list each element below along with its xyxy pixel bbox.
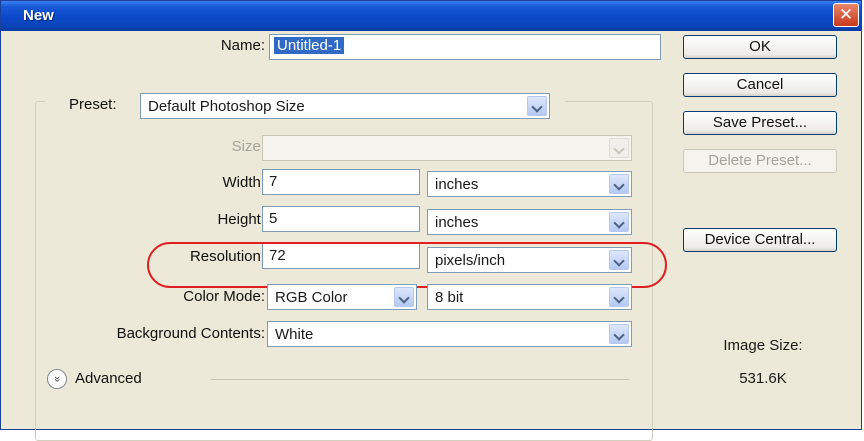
height-value: 5 xyxy=(269,210,278,227)
bit-depth-dropdown[interactable]: 8 bit xyxy=(427,284,632,310)
advanced-divider xyxy=(211,379,629,380)
background-contents-value: White xyxy=(275,326,314,343)
size-dropdown[interactable] xyxy=(262,135,632,161)
image-size-label: Image Size: xyxy=(723,337,803,354)
name-field[interactable]: Untitled-1 xyxy=(269,34,661,60)
bit-depth-value: 8 bit xyxy=(435,289,464,306)
chevron-down-icon xyxy=(609,324,629,344)
advanced-label[interactable]: Advanced xyxy=(75,370,142,387)
advanced-toggle-button[interactable]: » xyxy=(47,369,67,389)
height-input[interactable]: 5 xyxy=(262,206,420,232)
background-contents-dropdown[interactable]: White xyxy=(267,321,632,347)
ok-button[interactable]: OK xyxy=(683,35,837,59)
preset-dropdown[interactable]: Default Photoshop Size xyxy=(140,93,550,119)
width-input[interactable]: 7 xyxy=(262,169,420,195)
height-label: Height: xyxy=(217,211,265,228)
cancel-button[interactable]: Cancel xyxy=(683,73,837,97)
close-icon: ✕ xyxy=(838,5,854,24)
double-chevron-down-icon: » xyxy=(51,375,63,383)
width-unit-value: inches xyxy=(435,176,479,193)
chevron-down-icon xyxy=(609,174,629,194)
chevron-down-icon xyxy=(394,287,414,307)
width-value: 7 xyxy=(269,173,278,190)
device-central-button[interactable]: Device Central... xyxy=(683,228,837,252)
width-label: Width: xyxy=(222,174,265,191)
chevron-down-icon xyxy=(527,96,547,116)
save-preset-button[interactable]: Save Preset... xyxy=(683,111,837,135)
title-bar[interactable]: New ✕ xyxy=(1,1,861,31)
color-mode-value: RGB Color xyxy=(275,289,348,306)
new-document-dialog: New ✕ Name: Untitled-1 Preset: Default P… xyxy=(0,0,862,441)
resolution-highlight-ellipse xyxy=(147,242,667,288)
color-mode-dropdown[interactable]: RGB Color xyxy=(267,284,417,310)
name-label: Name: xyxy=(220,37,265,54)
delete-preset-button[interactable]: Delete Preset... xyxy=(683,149,837,173)
close-button[interactable]: ✕ xyxy=(833,3,859,27)
width-unit-dropdown[interactable]: inches xyxy=(427,171,632,197)
preset-value: Default Photoshop Size xyxy=(148,98,305,115)
size-label: Size: xyxy=(231,138,265,155)
height-unit-dropdown[interactable]: inches xyxy=(427,209,632,235)
background-contents-label: Background Contents: xyxy=(116,325,265,342)
color-mode-label: Color Mode: xyxy=(183,288,265,305)
chevron-down-icon xyxy=(609,138,629,158)
height-unit-value: inches xyxy=(435,214,479,231)
image-size-value: 531.6K xyxy=(739,370,787,387)
chevron-down-icon xyxy=(609,212,629,232)
chevron-down-icon xyxy=(609,287,629,307)
dialog-title: New xyxy=(23,7,54,24)
preset-label: Preset: xyxy=(69,96,117,113)
name-value: Untitled-1 xyxy=(274,37,345,54)
dialog-body: Name: Untitled-1 Preset: Default Photosh… xyxy=(9,31,857,441)
